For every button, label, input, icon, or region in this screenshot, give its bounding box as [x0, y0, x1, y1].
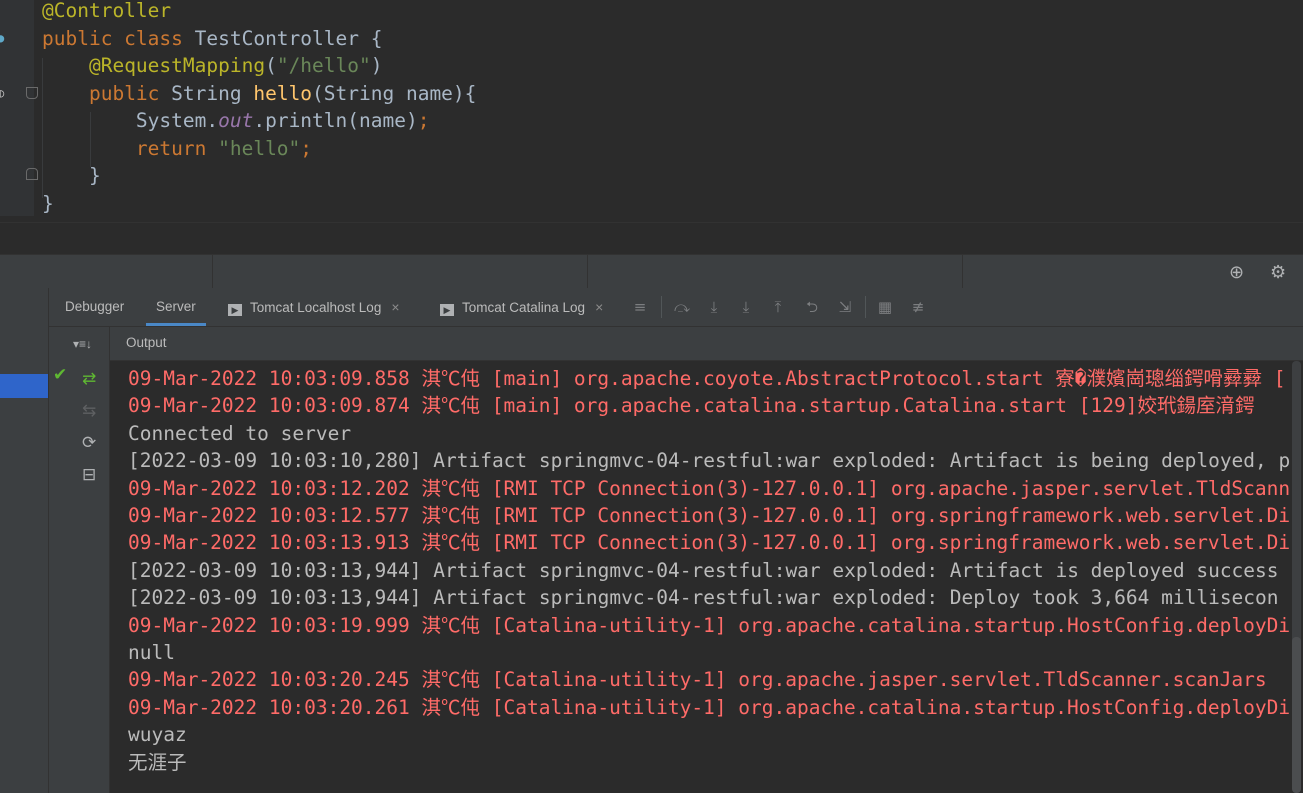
drop-frame-icon[interactable]: ⮌	[803, 298, 821, 316]
header-divider	[212, 255, 213, 289]
code-token: System.	[42, 109, 219, 132]
code-token: public class	[42, 26, 195, 50]
code-line[interactable]: @RequestMapping("/hello")	[42, 52, 383, 79]
console-line: null	[128, 641, 175, 664]
code-line[interactable]: }	[42, 162, 101, 189]
trace-icon[interactable]: ≢	[909, 298, 927, 316]
force-step-into-icon[interactable]: ⤓	[737, 298, 755, 316]
log-icon: ▶	[440, 304, 454, 316]
tab-tomcat-catalina-log[interactable]: ▶ Tomcat Catalina Log ×	[440, 288, 603, 326]
code-line[interactable]: @Controller	[42, 0, 171, 24]
toolbar-separator	[661, 296, 662, 318]
code-token: (String name){	[312, 81, 477, 105]
console-line: 无涯子	[128, 750, 187, 774]
console-line: [2022-03-09 10:03:13,944] Artifact sprin…	[128, 558, 1279, 582]
server-actions-column: ▾≡↓ ✔ ⇄ ⇆ ⟳ ⊟	[49, 327, 110, 793]
fold-close-icon[interactable]	[26, 168, 38, 180]
console-line: 09-Mar-2022 10:03:20.261 淇℃伅 [Catalina-u…	[128, 695, 1291, 719]
console-line: wuyaz	[128, 723, 187, 747]
code-token: public	[88, 81, 172, 105]
header-divider	[962, 255, 963, 289]
run-to-cursor-icon[interactable]: ⇲	[836, 298, 854, 316]
code-line[interactable]: System.out.println(name);	[42, 107, 430, 134]
code-token: TestController {	[194, 26, 383, 50]
scrollbar-thumb[interactable]	[1292, 637, 1301, 793]
code-line[interactable]: }	[42, 190, 54, 217]
toolbar-separator	[865, 296, 866, 318]
fold-open-icon[interactable]	[26, 87, 38, 99]
services-header: ⊕ ⚙	[0, 254, 1303, 289]
check-icon: ✔	[53, 365, 68, 385]
step-into-icon[interactable]: ⤓	[705, 298, 723, 316]
close-icon[interactable]: ×	[595, 299, 603, 315]
code-token: return	[135, 136, 219, 160]
code-line[interactable]: public class TestController {	[42, 25, 382, 52]
code-editor[interactable]: ● ◐ @Controller public class TestControll…	[0, 0, 1303, 222]
close-icon[interactable]: ×	[391, 299, 399, 315]
code-token: @Controller	[42, 0, 172, 22]
code-token: String	[171, 81, 254, 105]
output-label: Output	[126, 335, 167, 350]
code-token: "/hello"	[276, 54, 371, 77]
code-line[interactable]: public String hello(String name){	[42, 80, 476, 107]
tab-debugger-label: Debugger	[65, 299, 125, 314]
console-line: 09-Mar-2022 10:03:09.858 淇℃伅 [main] org.…	[128, 367, 1286, 390]
console-line: 09-Mar-2022 10:03:12.202 淇℃伅 [RMI TCP Co…	[128, 476, 1291, 500]
tab-localhost-label: Tomcat Localhost Log	[250, 300, 382, 315]
undeploy-icon[interactable]: ⇆	[82, 401, 96, 421]
code-token: }	[42, 164, 101, 187]
console-line: 09-Mar-2022 10:03:19.999 淇℃伅 [Catalina-u…	[128, 613, 1291, 637]
tab-catalina-label: Tomcat Catalina Log	[462, 300, 586, 315]
gear-icon[interactable]: ⚙	[1270, 262, 1286, 283]
update-icon[interactable]: ⊟	[82, 465, 96, 485]
console-line: 09-Mar-2022 10:03:12.577 淇℃伅 [RMI TCP Co…	[128, 504, 1302, 527]
tab-debugger[interactable]: Debugger	[65, 288, 124, 326]
code-line[interactable]: return "hello";	[42, 135, 312, 162]
header-divider	[587, 255, 588, 289]
services-tree-panel[interactable]	[0, 288, 49, 793]
output-header: Output	[110, 327, 1303, 361]
target-icon[interactable]: ⊕	[1229, 262, 1244, 283]
code-token: .println(name)	[253, 109, 418, 132]
console-line: 09-Mar-2022 10:03:13.913 淇℃伅 [RMI TCP Co…	[128, 531, 1302, 555]
tab-server-label: Server	[156, 299, 196, 314]
console-line: Connected to server	[128, 421, 352, 445]
code-token: (	[265, 54, 277, 77]
console-line: 09-Mar-2022 10:03:09.874 淇℃伅 [main] org.…	[128, 394, 1255, 418]
code-token: ;	[417, 109, 430, 132]
console-line: [2022-03-09 10:03:10,280] Artifact sprin…	[128, 449, 1291, 473]
spring-bean-icon[interactable]: ●	[0, 31, 4, 45]
editor-status-area	[0, 222, 1303, 255]
step-over-icon[interactable]: ⤼	[673, 298, 691, 316]
console-line: [2022-03-09 10:03:13,944] Artifact sprin…	[128, 586, 1279, 610]
evaluate-expression-icon[interactable]: ▦	[876, 298, 894, 316]
deploy-icon[interactable]: ⇄	[82, 369, 96, 389]
step-out-icon[interactable]: ⤒	[769, 298, 787, 316]
request-mapping-icon[interactable]: ◐	[0, 86, 4, 100]
editor-gutter: ● ◐	[0, 0, 38, 222]
console-vertical-scrollbar[interactable]	[1290, 361, 1303, 793]
layout-icon[interactable]: ≡	[631, 298, 649, 316]
selected-tree-item[interactable]	[0, 374, 48, 398]
threads-dropdown[interactable]: ▾≡↓	[73, 337, 92, 351]
refresh-icon[interactable]: ⟳	[82, 433, 96, 453]
tab-server[interactable]: Server	[146, 288, 206, 326]
code-token: out	[218, 109, 254, 132]
code-token: }	[42, 191, 54, 215]
code-token: hello	[253, 81, 313, 105]
console-output[interactable]: 09-Mar-2022 10:03:09.858 淇℃伅 [main] org.…	[110, 361, 1303, 793]
console-line: 09-Mar-2022 10:03:20.245 淇℃伅 [Catalina-u…	[128, 668, 1267, 692]
code-token: @RequestMapping	[88, 54, 266, 77]
code-token: )	[370, 54, 383, 77]
code-token: "hello"	[218, 136, 301, 160]
tab-tomcat-localhost-log[interactable]: ▶ Tomcat Localhost Log ×	[228, 288, 400, 326]
code-token: ;	[300, 136, 313, 160]
log-icon: ▶	[228, 304, 242, 316]
debug-tab-bar: Debugger Server ▶ Tomcat Localhost Log × ▶…	[49, 288, 1303, 327]
